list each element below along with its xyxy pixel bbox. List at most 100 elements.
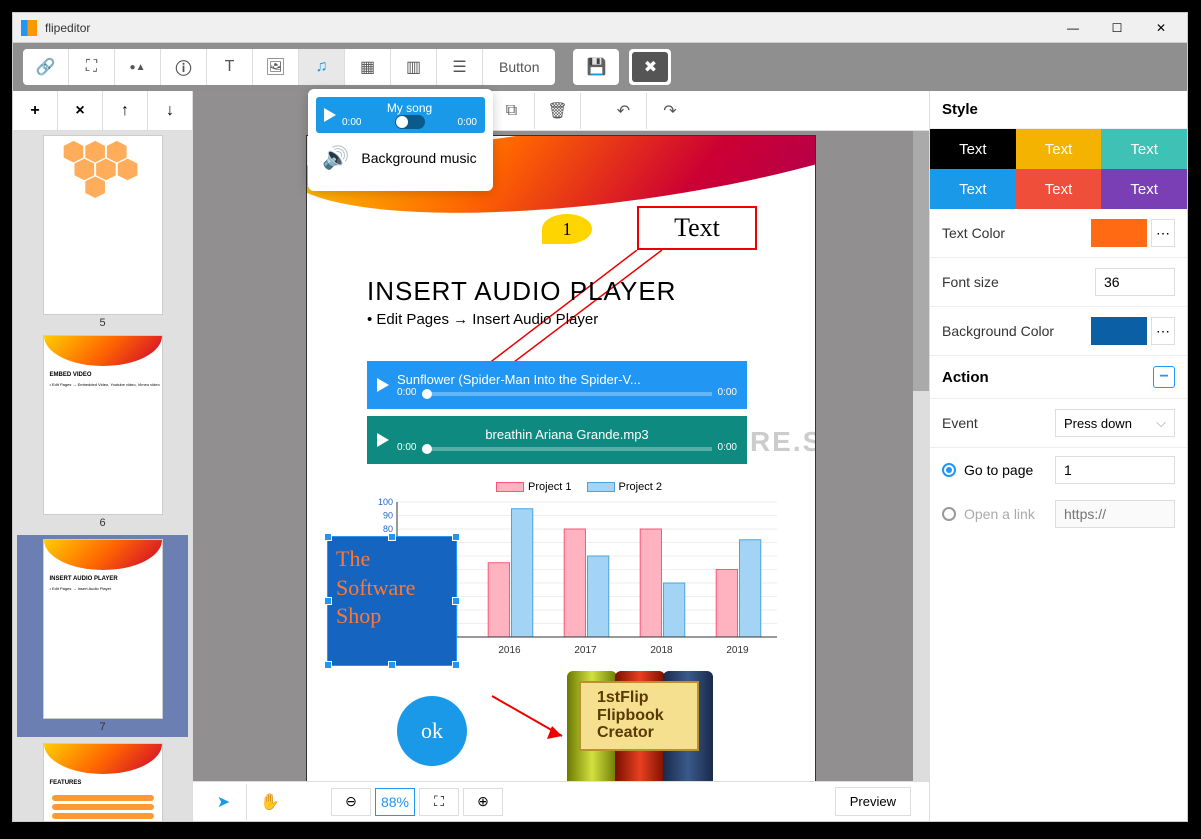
thumb-7[interactable]: INSERT AUDIO PLAYER• Edit Pages → Insert…: [17, 535, 188, 737]
font-size-row: Font size: [930, 258, 1187, 307]
link-tool[interactable]: 🔗: [23, 49, 69, 85]
delete-page-button[interactable]: ×: [58, 91, 103, 130]
minimize-button[interactable]: —: [1063, 18, 1083, 38]
window-controls: — ☐ ✕: [1063, 18, 1171, 38]
bg-color-more[interactable]: ⋯: [1151, 317, 1175, 345]
thumb-5[interactable]: 5: [17, 135, 188, 329]
bg-color-row: Background Color ⋯: [930, 307, 1187, 356]
image-tool[interactable]: 🖼: [253, 49, 299, 85]
selected-text-box[interactable]: The Software Shop: [327, 536, 457, 666]
insert-tools: 🔗 ⛶ ●▲ ⓘ T 🖼 ♫ ▦ ▥ ☰ Button: [23, 49, 555, 85]
swatch-black[interactable]: Text: [930, 129, 1016, 169]
audio-tool[interactable]: ♫: [299, 49, 345, 85]
app-window: flipeditor — ☐ ✕ 🔗 ⛶ ●▲ ⓘ T 🖼 ♫ ▦ ▥ ☰ Bu…: [12, 12, 1188, 822]
svg-text:2019: 2019: [726, 645, 749, 656]
add-page-button[interactable]: +: [13, 91, 58, 130]
titlebar: flipeditor — ☐ ✕: [13, 13, 1187, 43]
close-tools: ✖: [629, 49, 671, 85]
sidebar: + × ↑ ↓ 5 EMBED VIDEO• Edit Pages → Embe…: [13, 91, 193, 821]
preview-button[interactable]: Preview: [835, 787, 911, 816]
swatch-yellow[interactable]: Text: [1016, 129, 1102, 169]
chart-legend: Project 1 Project 2: [367, 481, 787, 493]
ok-button-shape[interactable]: ok: [397, 696, 467, 766]
swatch-teal[interactable]: Text: [1101, 129, 1187, 169]
event-row: Event Press down⌵: [930, 399, 1187, 448]
text-color-more[interactable]: ⋯: [1151, 219, 1175, 247]
audio-preview-player[interactable]: My song 0:000:00: [316, 97, 485, 133]
audio-toggle[interactable]: [395, 115, 425, 129]
main-area: + × ↑ ↓ 5 EMBED VIDEO• Edit Pages → Embe…: [13, 91, 1187, 821]
bg-color-swatch[interactable]: [1091, 317, 1147, 345]
canvas-viewport[interactable]: 1 Text INSERT AUDIO PLAYER • Edit Pages …: [193, 131, 929, 781]
text-color-swatch[interactable]: [1091, 219, 1147, 247]
background-music-option[interactable]: 🔊 Background music: [316, 133, 485, 183]
page-thumbnails[interactable]: 5 EMBED VIDEO• Edit Pages → Embedded Vid…: [13, 131, 192, 821]
button-tool[interactable]: Button: [483, 49, 555, 85]
main-toolbar: 🔗 ⛶ ●▲ ⓘ T 🖼 ♫ ▦ ▥ ☰ Button 💾 ✖: [13, 43, 1187, 91]
undo-button[interactable]: ↶: [601, 93, 647, 129]
audio-player-1[interactable]: Sunflower (Spider-Man Into the Spider-V.…: [367, 361, 747, 409]
page-heading: INSERT AUDIO PLAYER: [367, 276, 676, 307]
swatch-red[interactable]: Text: [1016, 169, 1102, 209]
play-icon[interactable]: [377, 433, 389, 447]
swatch-blue[interactable]: Text: [930, 169, 1016, 209]
audio-dropdown: My song 0:000:00 🔊 Background music: [308, 89, 493, 191]
svg-text:90: 90: [383, 511, 393, 521]
pointer-tool[interactable]: ➤: [201, 784, 247, 820]
move-up-button[interactable]: ↑: [103, 91, 148, 130]
page-tools: + × ↑ ↓: [13, 91, 192, 131]
copy-button[interactable]: ⧉: [489, 93, 535, 129]
fit-screen-button[interactable]: ⛶: [419, 788, 459, 816]
svg-text:2018: 2018: [650, 645, 673, 656]
zoom-value[interactable]: 88%: [375, 788, 415, 816]
audio-player-2[interactable]: breathin Ariana Grande.mp3 0:000:00: [367, 416, 747, 464]
link-radio[interactable]: [942, 507, 956, 521]
open-link-row: Open a link: [930, 492, 1187, 536]
play-icon[interactable]: [324, 108, 336, 122]
crop-tool[interactable]: ⛶: [69, 49, 115, 85]
text-tool[interactable]: T: [207, 49, 253, 85]
play-icon[interactable]: [377, 378, 389, 392]
thumb-6[interactable]: EMBED VIDEO• Edit Pages → Embedded Video…: [17, 335, 188, 529]
list-tool[interactable]: ☰: [437, 49, 483, 85]
zoom-in-button[interactable]: ⊕: [463, 788, 503, 816]
window-title: flipeditor: [45, 21, 1063, 35]
event-select[interactable]: Press down⌵: [1055, 409, 1175, 437]
page-canvas[interactable]: 1 Text INSERT AUDIO PLAYER • Edit Pages …: [306, 135, 816, 781]
svg-text:2017: 2017: [574, 645, 597, 656]
zoom-out-button[interactable]: ⊖: [331, 788, 371, 816]
save-button[interactable]: 💾: [573, 49, 619, 85]
collapse-action-button[interactable]: −: [1153, 366, 1175, 388]
move-down-button[interactable]: ↓: [148, 91, 192, 130]
hand-tool[interactable]: ✋: [247, 784, 293, 820]
vertical-scrollbar[interactable]: [913, 131, 929, 781]
goto-radio[interactable]: [942, 463, 956, 477]
goto-page-row: Go to page: [930, 448, 1187, 492]
file-tools: 💾: [573, 49, 619, 85]
style-panel: Style Text Text Text Text Text Text Text…: [929, 91, 1187, 821]
swatch-purple[interactable]: Text: [1101, 169, 1187, 209]
redo-button[interactable]: ↷: [647, 93, 693, 129]
text-callout[interactable]: Text: [637, 206, 757, 250]
thumb-8[interactable]: FEATURES: [17, 743, 188, 821]
discard-button[interactable]: ✖: [632, 52, 668, 82]
svg-text:2016: 2016: [498, 645, 521, 656]
font-size-input[interactable]: [1095, 268, 1175, 296]
video-tool[interactable]: ▦: [345, 49, 391, 85]
style-title: Style: [930, 91, 1187, 129]
svg-text:100: 100: [378, 497, 393, 507]
delete-button[interactable]: 🗑: [535, 93, 581, 129]
swatch-row-2: Text Text Text: [930, 169, 1187, 209]
canvas-footer: ➤ ✋ ⊖ 88% ⛶ ⊕ Preview: [193, 781, 929, 821]
arrow-icon: [487, 691, 577, 751]
link-input[interactable]: [1055, 500, 1175, 528]
maximize-button[interactable]: ☐: [1107, 18, 1127, 38]
close-button[interactable]: ✕: [1151, 18, 1171, 38]
goto-page-input[interactable]: [1055, 456, 1175, 484]
action-section: Action −: [930, 356, 1187, 399]
shape-tool[interactable]: ●▲: [115, 49, 161, 85]
text-color-row: Text Color ⋯: [930, 209, 1187, 258]
page-number-badge: 1: [542, 214, 592, 244]
info-tool[interactable]: ⓘ: [161, 49, 207, 85]
chart-tool[interactable]: ▥: [391, 49, 437, 85]
